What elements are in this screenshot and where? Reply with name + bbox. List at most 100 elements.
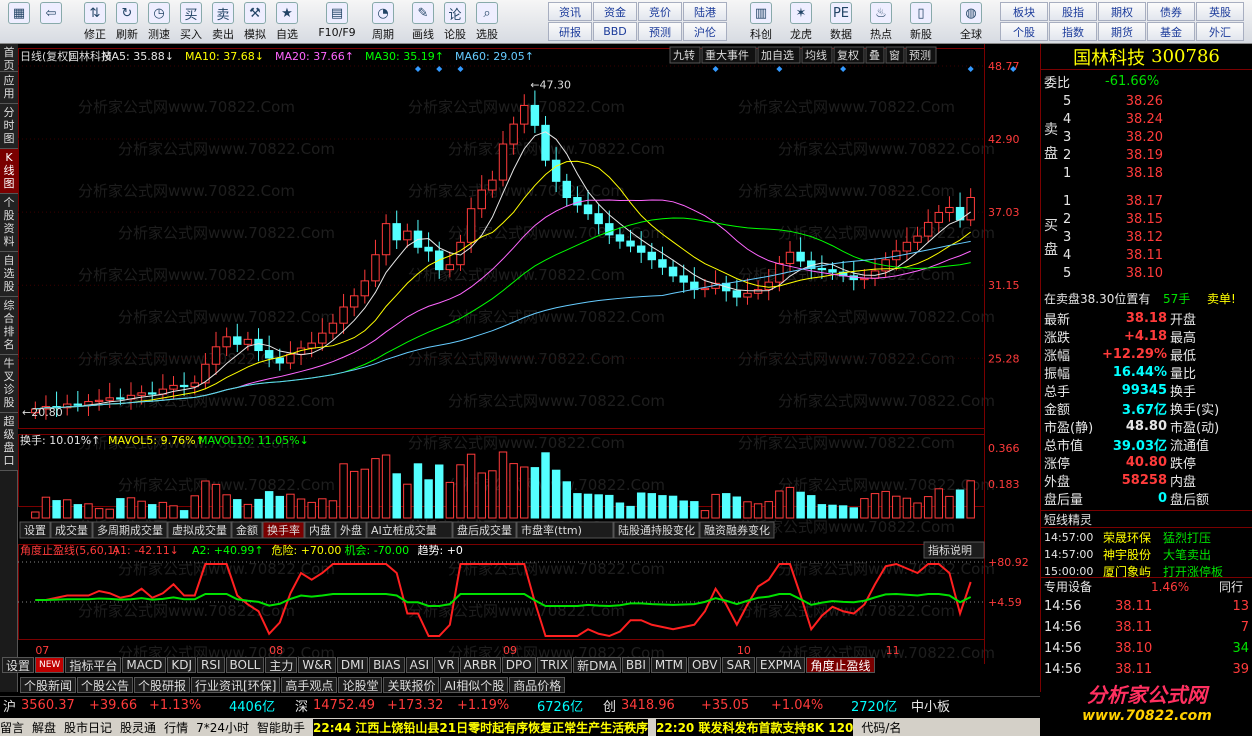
ask-price[interactable]: 38.20 [1063, 130, 1163, 145]
news-tab-2[interactable]: 个股研报 [134, 677, 191, 693]
bid-price[interactable]: 38.15 [1063, 212, 1163, 227]
kline-chart-area[interactable]: 分析家公式网www.70822.Com 分析家公式网www.70822.Com 分析… [18, 44, 1040, 696]
ask-price[interactable]: 38.24 [1063, 112, 1163, 127]
indicator-tab-19[interactable]: OBV [687, 657, 722, 673]
indicator-tab-3[interactable]: MACD [122, 657, 167, 673]
indicator-tab-2[interactable]: 指标平台 [65, 657, 122, 673]
exit-button[interactable]: ▦ [4, 2, 34, 42]
industry-peer[interactable]: 同行 [1219, 578, 1243, 595]
bid-price[interactable]: 38.11 [1063, 248, 1163, 263]
period-button[interactable]: ◔ 周期 [368, 2, 398, 42]
hot-button[interactable]: ♨ 热点 [864, 2, 898, 42]
sidebar-item-0[interactable]: 首页 [0, 44, 18, 72]
f10-button[interactable]: ▤ F10/F9 [318, 2, 356, 42]
bid-price[interactable]: 38.12 [1063, 230, 1163, 245]
ticker-item-6[interactable]: 智能助手 [257, 719, 305, 736]
news-tab-8[interactable]: 商品价格 [509, 677, 566, 693]
news-tab-5[interactable]: 论股堂 [338, 677, 383, 693]
sprite-stock[interactable]: 荣晟环保 [1103, 529, 1163, 546]
sprite-stock[interactable]: 神宇股份 [1103, 546, 1163, 563]
ticker-item-1[interactable]: 解盘 [32, 719, 56, 736]
indicator-tab-12[interactable]: VR [434, 657, 459, 673]
sidebar-item-3[interactable]: K线图 [0, 149, 18, 194]
sidebar-item-5[interactable]: 自选股 [0, 252, 18, 297]
newboard-button[interactable]: ▯ 新股 [904, 2, 938, 42]
simulate-button[interactable]: ⚒ 模拟 [240, 2, 270, 42]
indicator-tab-14[interactable]: DPO [501, 657, 536, 673]
ask-price[interactable]: 38.19 [1063, 148, 1163, 163]
indicator-tab-22[interactable]: 角度止盈线 [806, 657, 875, 673]
ticker-item-3[interactable]: 股灵通 [120, 719, 156, 736]
info-tab-6[interactable]: 预测 [638, 22, 682, 41]
market-tab-2[interactable]: 期权 [1098, 2, 1146, 21]
news-tab-4[interactable]: 高手观点 [281, 677, 338, 693]
modify-button[interactable]: ⇅ 修正 [80, 2, 110, 42]
indicator-tab-5[interactable]: RSI [197, 657, 225, 673]
news-tab-7[interactable]: AI相似个股 [440, 677, 509, 693]
indicator-tab-18[interactable]: MTM [650, 657, 687, 673]
sidebar-item-1[interactable]: 应用 [0, 72, 18, 104]
bid-price[interactable]: 38.10 [1063, 266, 1163, 281]
info-tab-3[interactable]: 陆港 [683, 2, 727, 21]
ticker-item-5[interactable]: 7*24小时 [196, 719, 249, 736]
market-tab-8[interactable]: 基金 [1147, 22, 1195, 41]
indicator-tab-9[interactable]: DMI [336, 657, 369, 673]
market-tab-0[interactable]: 板块 [1000, 2, 1048, 21]
test-button[interactable]: ◷ 测速 [144, 2, 174, 42]
sidebar-item-8[interactable]: 超级盘口 [0, 413, 18, 471]
indicator-tab-6[interactable]: BOLL [225, 657, 265, 673]
sidebar-item-7[interactable]: 牛叉诊股 [0, 355, 18, 413]
data-button[interactable]: PE 数据 [824, 2, 858, 42]
kc-button[interactable]: ▥ 科创 [744, 2, 778, 42]
refresh-button[interactable]: ↻ 刷新 [112, 2, 142, 42]
news-tab-1[interactable]: 个股公告 [77, 677, 134, 693]
ticker-item-8[interactable]: 22:20 联发科发布首款支持8K 120 [656, 718, 854, 736]
ticker-item-4[interactable]: 行情 [164, 719, 188, 736]
indicator-tab-15[interactable]: TRIX [536, 657, 573, 673]
indicator-tab-11[interactable]: ASI [405, 657, 434, 673]
indicator-tab-8[interactable]: W&R [298, 657, 336, 673]
sell-button[interactable]: 卖卖出 [208, 2, 238, 42]
info-tab-1[interactable]: 资金 [593, 2, 637, 21]
ticker-item-0[interactable]: 留言 [0, 719, 24, 736]
market-tab-7[interactable]: 期货 [1098, 22, 1146, 41]
bid-price[interactable]: 38.17 [1063, 194, 1163, 209]
ticker-item-9[interactable]: 代码/名 [861, 719, 901, 736]
info-tab-4[interactable]: 研报 [548, 22, 592, 41]
indicator-tab-1[interactable]: NEW [35, 657, 65, 673]
sidebar-item-2[interactable]: 分时图 [0, 104, 18, 149]
market-tab-9[interactable]: 外汇 [1196, 22, 1244, 41]
back-button[interactable]: ⇦ [36, 2, 66, 42]
market-tab-5[interactable]: 个股 [1000, 22, 1048, 41]
ask-price[interactable]: 38.26 [1063, 94, 1163, 109]
news-tab-6[interactable]: 关联报价 [383, 677, 440, 693]
ticker-item-7[interactable]: 22:44 江西上饶铅山县21日零时起有序恢复正常生产生活秩序 [313, 718, 649, 736]
global-button[interactable]: ◍ 全球 [954, 2, 988, 42]
indicator-tab-13[interactable]: ARBR [459, 657, 501, 673]
market-tab-6[interactable]: 指数 [1049, 22, 1097, 41]
market-tab-1[interactable]: 股指 [1049, 2, 1097, 21]
industry-label[interactable]: 专用设备 [1041, 578, 1151, 595]
indicator-tab-0[interactable]: 设置 [2, 657, 35, 673]
sidebar-item-6[interactable]: 综合排名 [0, 297, 18, 355]
indicator-tab-20[interactable]: SAR [722, 657, 755, 673]
sidebar-item-4[interactable]: 个股资料 [0, 194, 18, 252]
discuss-button[interactable]: 论论股 [440, 2, 470, 42]
info-tab-7[interactable]: 沪伦 [683, 22, 727, 41]
short-sprite-title[interactable]: 短线精灵 [1041, 511, 1092, 528]
dragon-button[interactable]: ✶ 龙虎 [784, 2, 818, 42]
market-tab-4[interactable]: 英股 [1196, 2, 1244, 21]
news-tab-3[interactable]: 行业资讯[环保] [191, 677, 281, 693]
indicator-tab-7[interactable]: 主力 [265, 657, 298, 673]
watchlist-button[interactable]: ★ 自选 [272, 2, 302, 42]
info-tab-2[interactable]: 竞价 [638, 2, 682, 21]
info-tab-0[interactable]: 资讯 [548, 2, 592, 21]
stock-pick-button[interactable]: ⌕ 选股 [472, 2, 502, 42]
indicator-tab-17[interactable]: BBI [621, 657, 650, 673]
info-tab-5[interactable]: BBD [593, 22, 637, 41]
draw-button[interactable]: ✎ 画线 [408, 2, 438, 42]
ticker-item-2[interactable]: 股市日记 [64, 719, 112, 736]
buy-button[interactable]: 买买入 [176, 2, 206, 42]
news-tab-0[interactable]: 个股新闻 [20, 677, 77, 693]
market-tab-3[interactable]: 债券 [1147, 2, 1195, 21]
